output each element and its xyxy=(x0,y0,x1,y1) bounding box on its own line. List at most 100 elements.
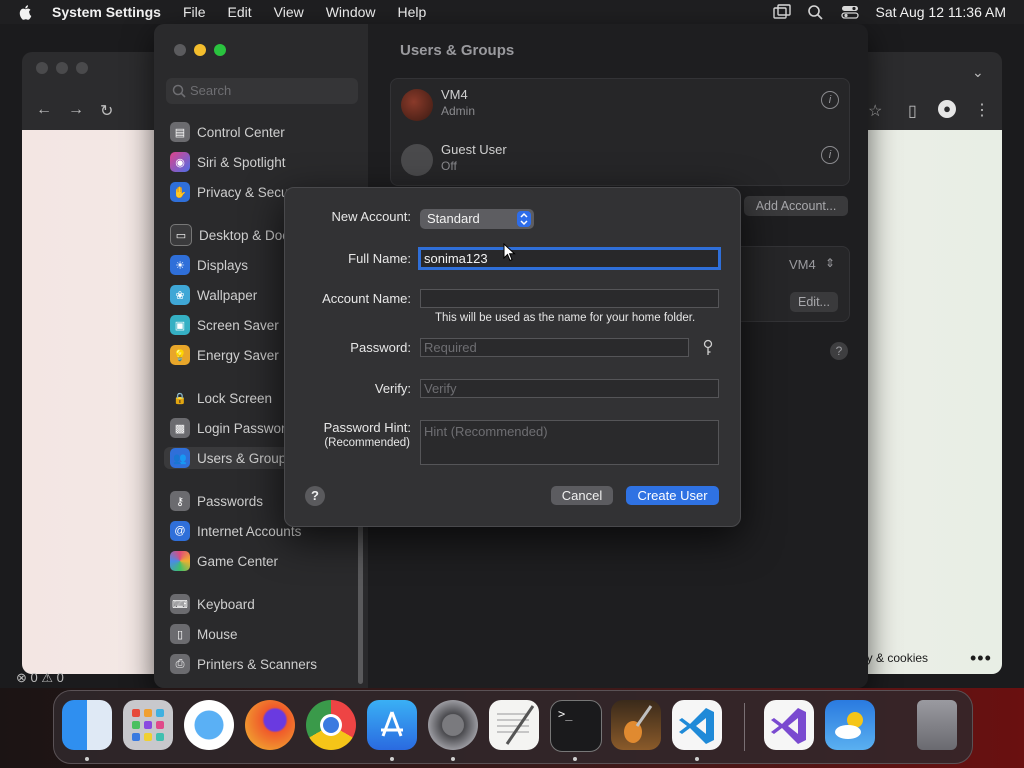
new-account-label: New Account: xyxy=(331,209,412,224)
at-icon: @ xyxy=(170,521,190,541)
info-icon[interactable]: i xyxy=(821,91,839,109)
control-center-icon: ▤ xyxy=(170,122,190,142)
control-center-toggle-icon[interactable] xyxy=(841,4,860,20)
password-assistant-key-icon[interactable] xyxy=(703,339,713,357)
displays-icon: ☀ xyxy=(170,255,190,275)
users-icon: 👥 xyxy=(170,448,190,468)
browser-close-dot[interactable] xyxy=(36,62,48,74)
running-indicator xyxy=(85,757,89,761)
status-bar-problems[interactable]: ⊗ 0 ⚠ 0 xyxy=(16,670,64,686)
sidebar-item-lock-screen[interactable]: 🔒 Lock Screen xyxy=(170,387,272,409)
auto-login-select[interactable]: VM4 xyxy=(789,257,816,272)
privacy-hand-icon: ✋ xyxy=(170,182,190,202)
info-icon[interactable]: i xyxy=(821,146,839,164)
sidebar-item-desktop-dock[interactable]: ▭ Desktop & Doc xyxy=(170,224,289,246)
lock-icon: 🔒 xyxy=(170,388,190,408)
apple-logo-icon[interactable] xyxy=(18,4,34,20)
garageband-icon[interactable] xyxy=(611,700,661,750)
more-options-icon[interactable]: ••• xyxy=(970,648,992,669)
page-title: Users & Groups xyxy=(400,42,515,59)
dock: >_ xyxy=(53,690,973,764)
sidebar-item-label: Keyboard xyxy=(197,596,255,612)
password-field[interactable]: Required xyxy=(420,338,689,357)
new-account-dialog: New Account: Standard Full Name: sonima1… xyxy=(284,187,741,527)
screen-mirroring-icon[interactable] xyxy=(773,4,792,20)
sidebar-item-displays[interactable]: ☀ Displays xyxy=(170,254,248,276)
menu-view[interactable]: View xyxy=(274,4,304,20)
spotlight-search-icon[interactable] xyxy=(807,4,825,20)
sidebar-item-privacy-security[interactable]: ✋ Privacy & Secu xyxy=(170,181,289,203)
menu-help[interactable]: Help xyxy=(398,4,427,20)
zoom-window-button[interactable] xyxy=(214,44,226,56)
bookmark-star-icon[interactable]: ☆ xyxy=(868,101,882,121)
menu-window[interactable]: Window xyxy=(326,4,376,20)
chrome-icon[interactable] xyxy=(306,700,356,750)
sidebar-item-energy-saver[interactable]: 💡 Energy Saver xyxy=(170,344,279,366)
profile-icon[interactable]: ● xyxy=(938,100,956,118)
forward-arrow-icon[interactable]: → xyxy=(68,101,84,119)
browser-minimize-dot[interactable] xyxy=(56,62,68,74)
firefox-icon[interactable] xyxy=(245,700,295,750)
finder-icon[interactable] xyxy=(62,700,112,750)
sidebar-item-siri-spotlight[interactable]: ◉ Siri & Spotlight xyxy=(170,151,286,173)
vscode-icon[interactable] xyxy=(672,700,722,750)
keyboard-icon: ⌨ xyxy=(170,594,190,614)
account-name-field[interactable] xyxy=(420,289,719,308)
menu-edit[interactable]: Edit xyxy=(228,4,252,20)
sidebar-item-screen-saver[interactable]: ▣ Screen Saver xyxy=(170,314,279,336)
cancel-button[interactable]: Cancel xyxy=(551,486,613,505)
create-user-button[interactable]: Create User xyxy=(626,486,719,505)
browser-zoom-dot[interactable] xyxy=(76,62,88,74)
wallpaper-icon: ❀ xyxy=(170,285,190,305)
password-hint-field[interactable]: Hint (Recommended) xyxy=(420,420,719,465)
chevron-down-icon[interactable]: ⌄ xyxy=(972,64,984,81)
visual-studio-icon[interactable] xyxy=(764,700,814,750)
weather-icon[interactable] xyxy=(825,700,875,750)
system-settings-icon[interactable] xyxy=(428,700,478,750)
sidebar-item-label: Siri & Spotlight xyxy=(197,154,286,170)
menu-app-name[interactable]: System Settings xyxy=(52,4,161,20)
verify-field[interactable]: Verify xyxy=(420,379,719,398)
sidebar-item-login-password[interactable]: ▩ Login Passwor xyxy=(170,417,286,439)
edit-button[interactable]: Edit... xyxy=(790,292,838,312)
sidebar-item-game-center[interactable]: Game Center xyxy=(170,550,278,572)
sidebar-scrollbar[interactable] xyxy=(358,524,363,684)
trash-icon[interactable] xyxy=(917,700,957,750)
safari-icon[interactable] xyxy=(184,700,234,750)
sidebar-item-internet-accounts[interactable]: @ Internet Accounts xyxy=(170,520,301,542)
help-button[interactable]: ? xyxy=(305,486,325,506)
terminal-icon[interactable]: >_ xyxy=(550,700,602,752)
sidebar-item-control-center[interactable]: ▤ Control Center xyxy=(170,121,285,143)
sidebar-item-label: Desktop & Doc xyxy=(199,227,290,243)
app-store-icon[interactable] xyxy=(367,700,417,750)
sidebar-item-passwords[interactable]: ⚷ Passwords xyxy=(170,490,263,512)
sidebar-item-printers-scanners[interactable]: ⎙ Printers & Scanners xyxy=(170,653,317,675)
sidebar-item-wallpaper[interactable]: ❀ Wallpaper xyxy=(170,284,257,306)
side-panel-icon[interactable]: ▯ xyxy=(908,101,917,121)
settings-search-input[interactable]: Search xyxy=(166,78,358,104)
menu-file[interactable]: File xyxy=(183,4,206,20)
menu-bar: System Settings File Edit View Window He… xyxy=(0,0,1024,24)
account-type-select[interactable]: Standard xyxy=(420,209,534,229)
search-icon xyxy=(172,84,186,98)
menu-clock[interactable]: Sat Aug 12 11:36 AM xyxy=(875,4,1006,20)
launchpad-icon[interactable] xyxy=(123,700,173,750)
textedit-icon[interactable] xyxy=(489,700,539,750)
user-row-vm4[interactable]: VM4 Admin i xyxy=(401,83,841,127)
running-indicator xyxy=(451,757,455,761)
sidebar-item-keyboard[interactable]: ⌨ Keyboard xyxy=(170,593,255,615)
minimize-window-button[interactable] xyxy=(194,44,206,56)
help-button-background[interactable]: ? xyxy=(830,342,848,360)
back-arrow-icon[interactable]: ← xyxy=(36,101,52,119)
background-app-strip-right xyxy=(1002,40,1024,690)
close-window-button[interactable] xyxy=(174,44,186,56)
sidebar-item-mouse[interactable]: ▯ Mouse xyxy=(170,623,238,645)
user-row-guest[interactable]: Guest User Off i xyxy=(401,138,841,182)
add-account-button[interactable]: Add Account... xyxy=(744,196,848,216)
screen-saver-icon: ▣ xyxy=(170,315,190,335)
full-name-field[interactable]: sonima123 xyxy=(418,247,721,270)
password-hint-label: Password Hint: xyxy=(323,420,411,435)
password-hint-sublabel: (Recommended) xyxy=(324,437,410,449)
reload-icon[interactable]: ↻ xyxy=(100,101,113,121)
more-vertical-icon[interactable]: ⋮ xyxy=(974,100,990,120)
